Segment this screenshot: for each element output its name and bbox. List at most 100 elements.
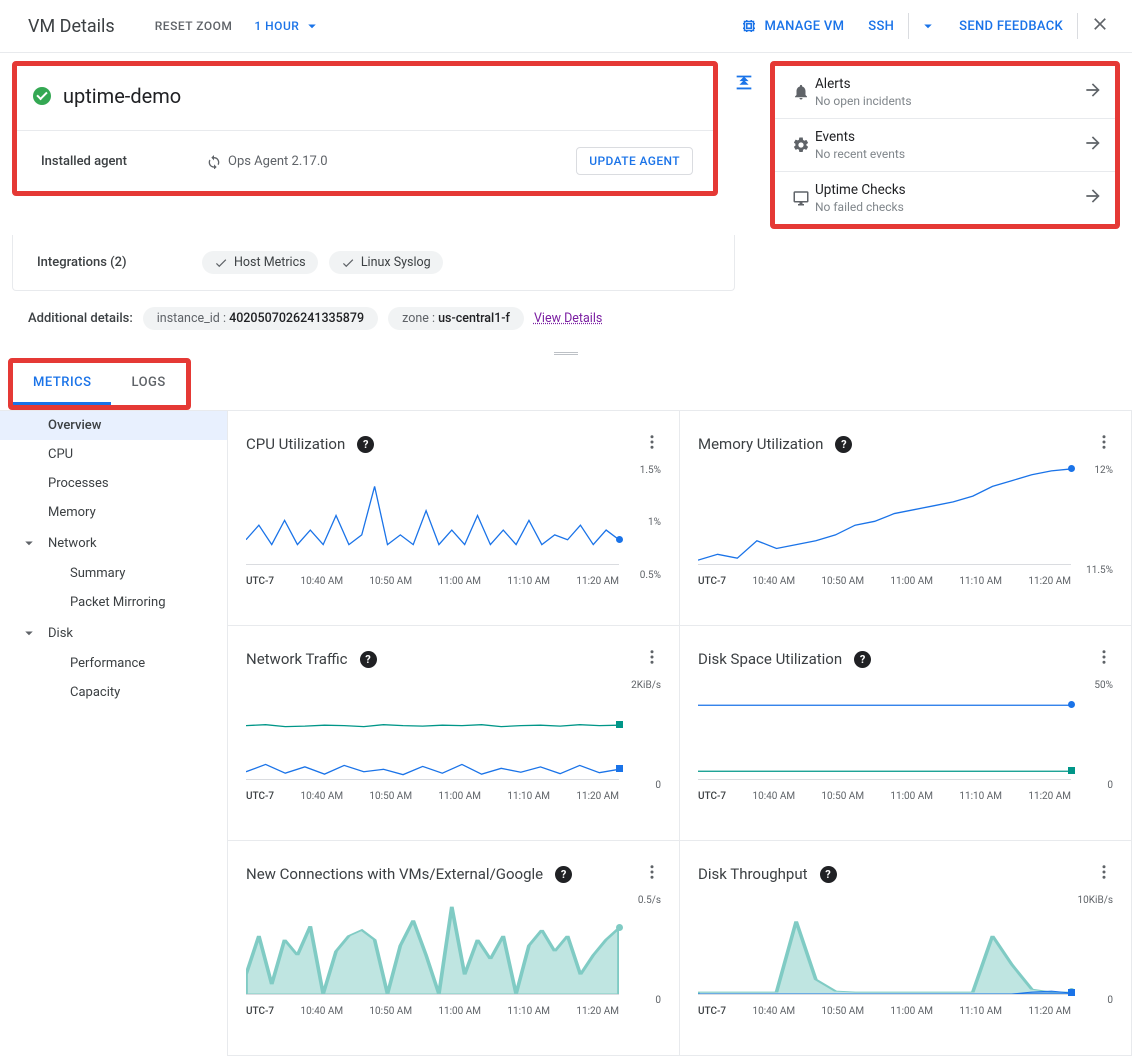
x-tick: 11:10 AM [507, 1006, 550, 1017]
check-icon [341, 256, 355, 270]
y-tick: 2KiB/s [631, 680, 661, 691]
send-feedback-dropdown[interactable] [911, 11, 947, 41]
status-ok-icon [33, 87, 51, 105]
x-tick: 11:10 AM [507, 791, 550, 802]
view-details-link[interactable]: View Details [534, 311, 602, 326]
help-icon[interactable]: ? [357, 436, 374, 453]
x-tick: 11:10 AM [959, 791, 1002, 802]
x-tick: 10:40 AM [752, 1006, 795, 1017]
alerts-title: Alerts [815, 76, 1083, 92]
x-tick: UTC-7 [698, 1006, 726, 1017]
series-end-marker [616, 765, 623, 772]
manage-vm-button[interactable]: MANAGE VM [728, 11, 856, 41]
chevron-down-icon [919, 17, 937, 35]
bell-icon [792, 83, 810, 101]
detail-chip-zone: zone : us-central1-f [388, 307, 524, 330]
chart-menu-button[interactable] [1095, 433, 1113, 455]
x-tick: 10:40 AM [300, 576, 343, 587]
help-icon[interactable]: ? [360, 651, 377, 668]
x-tick: 10:40 AM [752, 576, 795, 587]
vm-summary-card: uptime-demo Installed agent Ops Agent 2.… [12, 61, 718, 196]
gear-icon [792, 136, 810, 154]
x-tick: 11:20 AM [1028, 1006, 1071, 1017]
help-icon[interactable]: ? [854, 651, 871, 668]
sidebar-item-memory[interactable]: Memory [0, 498, 227, 527]
sidebar-item-cpu[interactable]: CPU [0, 440, 227, 469]
alerts-sub: No open incidents [815, 94, 1083, 108]
chart-menu-button[interactable] [1095, 863, 1113, 885]
drag-handle[interactable] [0, 348, 1132, 358]
sidebar-item-processes[interactable]: Processes [0, 469, 227, 498]
chart-menu-button[interactable] [1095, 648, 1113, 670]
sidebar-group-disk[interactable]: Disk [0, 617, 227, 649]
x-tick: 11:10 AM [959, 1006, 1002, 1017]
chevron-down-icon [303, 17, 321, 35]
events-row[interactable]: Events No recent events [775, 119, 1115, 172]
x-tick: 10:50 AM [821, 1006, 864, 1017]
x-tick: UTC-7 [246, 791, 274, 802]
alerts-row[interactable]: Alerts No open incidents [775, 66, 1115, 119]
x-tick: UTC-7 [246, 1006, 274, 1017]
chevron-down-icon [20, 624, 38, 642]
chart-menu-button[interactable] [643, 863, 661, 885]
more-vert-icon [1095, 433, 1113, 451]
arrow-right-icon [1083, 133, 1103, 153]
close-button[interactable] [1080, 8, 1120, 44]
sidebar-group-network[interactable]: Network [0, 527, 227, 559]
uptime-row[interactable]: Uptime Checks No failed checks [775, 172, 1115, 224]
x-tick: 10:40 AM [300, 791, 343, 802]
more-vert-icon [643, 863, 661, 881]
ssh-button[interactable]: SSH [856, 13, 906, 40]
chart-card: New Connections with VMs/External/Google… [228, 841, 680, 1056]
sidebar-item-overview[interactable]: Overview [0, 411, 227, 440]
reset-zoom-button[interactable]: RESET ZOOM [155, 19, 233, 33]
page-title: VM Details [28, 16, 115, 37]
chart-menu-button[interactable] [643, 648, 661, 670]
series-end-marker [1068, 767, 1075, 774]
x-tick: 11:20 AM [576, 576, 619, 587]
chart-card: Disk Space Utilization?50%0UTC-710:40 AM… [680, 626, 1132, 841]
help-icon[interactable]: ? [820, 866, 837, 883]
integration-chip[interactable]: Host Metrics [202, 251, 318, 274]
integrations-label: Integrations (2) [37, 255, 202, 270]
x-tick: 10:40 AM [752, 791, 795, 802]
sidebar-item-disk-cap[interactable]: Capacity [0, 678, 227, 707]
x-tick: 10:50 AM [821, 576, 864, 587]
help-icon[interactable]: ? [555, 866, 572, 883]
sidebar-item-disk-perf[interactable]: Performance [0, 649, 227, 678]
tab-logs[interactable]: LOGS [111, 363, 185, 405]
time-range-dropdown[interactable]: 1 HOUR [254, 17, 321, 35]
x-tick: 11:00 AM [890, 576, 933, 587]
y-tick: 0 [1107, 780, 1113, 791]
x-tick: UTC-7 [698, 576, 726, 587]
tab-metrics[interactable]: METRICS [13, 363, 111, 405]
x-tick: 11:20 AM [576, 791, 619, 802]
x-tick: 10:40 AM [300, 1006, 343, 1017]
x-tick: 11:20 AM [576, 1006, 619, 1017]
arrow-right-icon [1083, 186, 1103, 206]
more-vert-icon [1095, 863, 1113, 881]
tabs-highlight: METRICS LOGS [8, 358, 191, 410]
sidebar-item-net-summary[interactable]: Summary [0, 559, 227, 588]
x-tick: 11:10 AM [507, 576, 550, 587]
integration-chip[interactable]: Linux Syslog [329, 251, 443, 274]
manage-vm-label: MANAGE VM [764, 19, 844, 34]
chart-card: Memory Utilization?12%11.5%UTC-710:40 AM… [680, 411, 1132, 626]
y-tick: 11.5% [1086, 565, 1113, 576]
chart-menu-button[interactable] [643, 433, 661, 455]
y-tick: 50% [1094, 680, 1113, 691]
y-tick: 10KiB/s [1078, 895, 1113, 906]
refresh-icon [206, 153, 222, 169]
close-icon [1090, 14, 1110, 34]
sidebar-item-net-pm[interactable]: Packet Mirroring [0, 588, 227, 617]
x-tick: 11:20 AM [1028, 791, 1071, 802]
update-agent-button[interactable]: UPDATE AGENT [576, 147, 693, 175]
x-tick: 11:00 AM [438, 1006, 481, 1017]
x-tick: 11:20 AM [1028, 576, 1071, 587]
series-end-marker [616, 924, 623, 931]
collapse-panel-button[interactable] [730, 61, 758, 97]
arrow-right-icon [1083, 80, 1103, 100]
help-icon[interactable]: ? [835, 436, 852, 453]
vm-name: uptime-demo [63, 84, 181, 108]
send-feedback-button[interactable]: SEND FEEDBACK [947, 13, 1075, 40]
